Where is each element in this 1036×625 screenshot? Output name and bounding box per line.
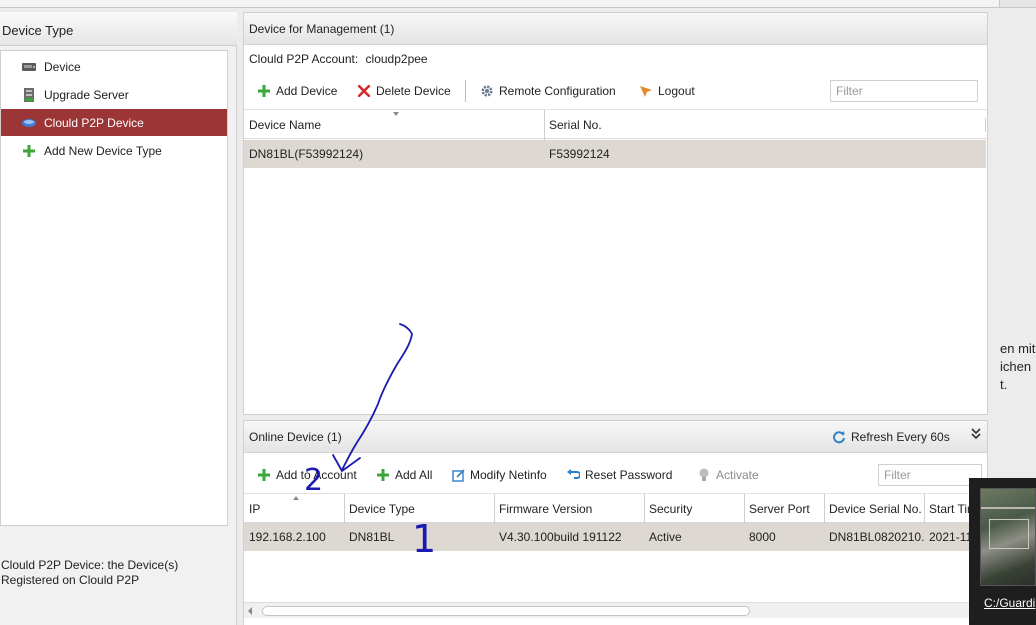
add-device-label: Add Device bbox=[276, 84, 338, 98]
activate-label: Activate bbox=[716, 468, 759, 482]
column-divider bbox=[985, 118, 986, 132]
thumbnail-detail bbox=[989, 519, 1029, 549]
p2p-account-label: Clould P2P Account: bbox=[249, 52, 359, 66]
device-type-title: Device Type bbox=[2, 23, 74, 38]
plus-icon bbox=[257, 468, 271, 482]
cell-device-name: DN81BL(F53992124) bbox=[249, 147, 364, 161]
delete-device-label: Delete Device bbox=[376, 84, 451, 98]
column-header-device-serial-no[interactable]: Device Serial No. bbox=[824, 494, 924, 524]
tree-item-label: Device bbox=[44, 59, 81, 74]
management-title: Device for Management (1) bbox=[249, 22, 395, 36]
background-text-line-2: ichen bbox=[1000, 359, 1032, 374]
management-filter-input[interactable] bbox=[830, 80, 978, 102]
add-device-button[interactable]: Add Device bbox=[257, 76, 337, 106]
gear-icon bbox=[480, 84, 494, 98]
lightbulb-icon bbox=[697, 468, 711, 482]
device-type-tree: Device Upgrade Server Clould P2P Device … bbox=[0, 50, 228, 526]
online-toolbar: Add to Account Add All Modify Netinfo Re… bbox=[244, 460, 987, 490]
delete-x-icon bbox=[357, 84, 371, 98]
tree-item-device[interactable]: Device bbox=[1, 53, 227, 80]
cell-firmware-version: V4.30.100build 191122 bbox=[499, 530, 622, 544]
add-to-account-button[interactable]: Add to Account bbox=[257, 460, 357, 490]
window-top-strip bbox=[0, 0, 1036, 8]
cell-server-port: 8000 bbox=[749, 530, 776, 544]
tree-item-upgrade-server[interactable]: Upgrade Server bbox=[1, 81, 227, 108]
plus-icon bbox=[21, 143, 37, 159]
device-type-description: Clould P2P Device: the Device(s) Registe… bbox=[1, 558, 231, 588]
refresh-label: Refresh Every 60s bbox=[851, 430, 950, 444]
top-tab-stub bbox=[0, 0, 1000, 7]
logout-icon bbox=[639, 84, 653, 98]
background-text-line-1: en mit bbox=[1000, 341, 1036, 356]
device-icon bbox=[21, 59, 37, 75]
sort-desc-icon bbox=[393, 112, 399, 116]
add-all-button[interactable]: Add All bbox=[376, 460, 432, 490]
toolbar-separator bbox=[465, 80, 466, 102]
logout-button[interactable]: Logout bbox=[639, 76, 695, 106]
management-table-row[interactable]: DN81BL(F53992124) F53992124 bbox=[244, 140, 986, 168]
thumbnail-detail bbox=[981, 507, 1035, 509]
tree-item-label: Clould P2P Device bbox=[44, 115, 144, 130]
logout-label: Logout bbox=[658, 84, 695, 98]
remote-configuration-button[interactable]: Remote Configuration bbox=[480, 76, 616, 106]
tree-item-cloud-p2p-device[interactable]: Clould P2P Device bbox=[1, 109, 227, 136]
upgrade-server-icon bbox=[21, 87, 37, 103]
p2p-account-value: cloudp2pee bbox=[365, 52, 428, 66]
remote-configuration-label: Remote Configuration bbox=[499, 84, 616, 98]
refresh-button[interactable]: Refresh Every 60s bbox=[832, 422, 950, 452]
management-header: Device for Management (1) bbox=[244, 13, 987, 45]
column-header-security[interactable]: Security bbox=[644, 494, 744, 524]
sort-asc-icon bbox=[293, 496, 299, 500]
cloud-device-icon bbox=[21, 115, 37, 131]
taskbar-thumbnail-popup[interactable]: C:/Guardi bbox=[969, 478, 1036, 625]
activate-button[interactable]: Activate bbox=[697, 460, 759, 490]
undo-icon bbox=[566, 468, 580, 482]
description-line-1: Clould P2P Device: the Device(s) bbox=[1, 558, 179, 572]
modify-netinfo-button[interactable]: Modify Netinfo bbox=[451, 460, 547, 490]
refresh-icon bbox=[832, 430, 846, 444]
device-management-panel: Device for Management (1) Clould P2P Acc… bbox=[243, 12, 988, 415]
online-header: Online Device (1) Refresh Every 60s bbox=[244, 421, 987, 453]
device-type-panel: Device Type Device Upgrade Server Clould… bbox=[0, 12, 237, 625]
cell-device-serial-no: DN81BL0820210... bbox=[829, 530, 924, 544]
delete-device-button[interactable]: Delete Device bbox=[357, 76, 451, 106]
management-grid-header: Device Name Serial No. bbox=[244, 109, 987, 140]
online-device-panel: Online Device (1) Refresh Every 60s Add … bbox=[243, 420, 988, 625]
horizontal-scrollbar[interactable] bbox=[244, 602, 987, 618]
description-line-2: Registered on Clould P2P bbox=[1, 573, 140, 587]
cell-security: Active bbox=[649, 530, 682, 544]
add-to-account-label: Add to Account bbox=[276, 468, 357, 482]
column-header-device-type[interactable]: Device Type bbox=[344, 494, 494, 524]
thumbnail-preview-image bbox=[980, 488, 1036, 586]
device-type-header: Device Type bbox=[0, 12, 237, 46]
background-window-text: en mit ichen t. bbox=[1000, 340, 1036, 394]
cell-ip: 192.168.2.100 bbox=[249, 530, 326, 544]
add-all-label: Add All bbox=[395, 468, 433, 482]
collapse-chevron-icon[interactable] bbox=[971, 428, 981, 442]
online-grid-header: IP Device Type Firmware Version Security… bbox=[244, 493, 987, 524]
modify-netinfo-label: Modify Netinfo bbox=[470, 468, 547, 482]
column-header-serial-no[interactable]: Serial No. bbox=[544, 110, 984, 140]
edit-icon bbox=[451, 468, 465, 482]
plus-icon bbox=[257, 84, 271, 98]
p2p-account-info: Clould P2P Account: cloudp2pee bbox=[249, 52, 428, 66]
reset-password-label: Reset Password bbox=[585, 468, 673, 482]
tree-item-add-new-device-type[interactable]: Add New Device Type bbox=[1, 137, 227, 164]
cell-device-type: DN81BL bbox=[349, 530, 395, 544]
cell-serial-no: F53992124 bbox=[549, 147, 610, 161]
reset-password-button[interactable]: Reset Password bbox=[566, 460, 672, 490]
plus-icon bbox=[376, 468, 390, 482]
column-header-server-port[interactable]: Server Port bbox=[744, 494, 824, 524]
online-table-row[interactable]: 192.168.2.100 DN81BL V4.30.100build 1911… bbox=[244, 523, 987, 551]
tree-item-label: Upgrade Server bbox=[44, 87, 129, 102]
background-text-line-3: t. bbox=[1000, 377, 1008, 392]
scrollbar-thumb[interactable] bbox=[262, 606, 750, 616]
scroll-left-arrow-icon[interactable] bbox=[248, 607, 252, 615]
tree-item-label: Add New Device Type bbox=[44, 143, 162, 158]
online-filter-input[interactable] bbox=[878, 464, 982, 486]
column-header-firmware-version[interactable]: Firmware Version bbox=[494, 494, 644, 524]
online-title: Online Device (1) bbox=[249, 430, 342, 444]
management-toolbar: Add Device Delete Device Remote Configur… bbox=[244, 76, 987, 106]
thumbnail-caption[interactable]: C:/Guardi bbox=[984, 596, 1035, 610]
